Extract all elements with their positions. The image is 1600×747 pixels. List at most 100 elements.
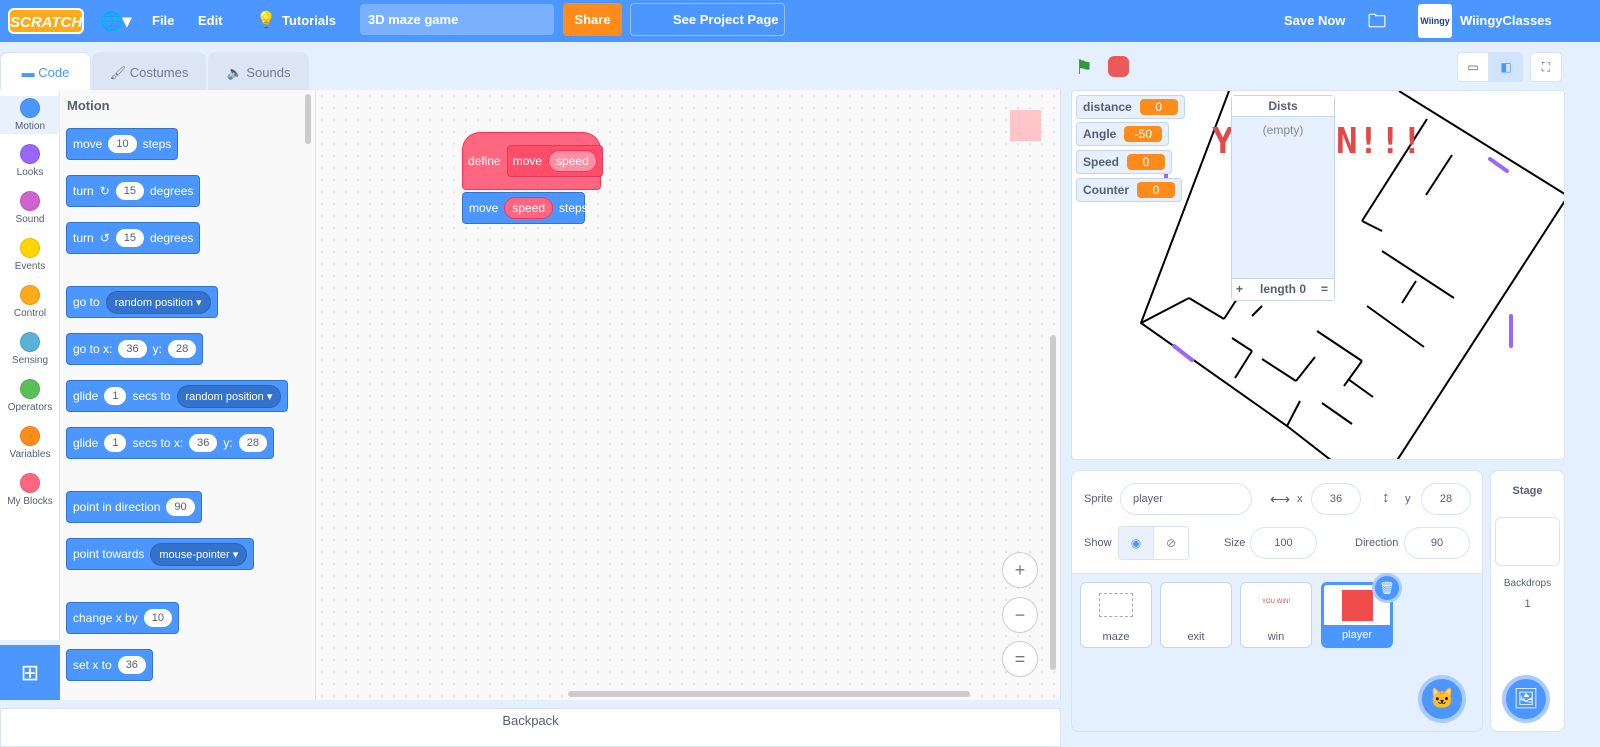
see-project-page-button[interactable]: See Project Page [630,3,785,36]
choose-sprite-button[interactable]: 🐱 [1418,675,1466,723]
category-my-blocks[interactable]: My Blocks [0,473,60,507]
block-move-steps[interactable]: move 10 steps [66,128,179,160]
direction-label: Direction [1355,537,1399,549]
secs-input[interactable]: 1 [104,434,127,452]
block-glide[interactable]: glide 1 secs to random position ▾ [66,380,289,412]
sprite-label: Sprite [1084,493,1113,505]
file-menu[interactable]: File [152,0,174,42]
direction-input[interactable]: 90 [166,498,195,516]
sprite-thumb-exit[interactable]: exit [1160,582,1232,648]
globe-icon[interactable]: 🌐▾ [100,0,131,42]
tab-code[interactable]: ▬ Code [0,52,91,92]
fullscreen-button[interactable]: ⛶ [1530,52,1562,82]
show-hidden-button[interactable]: ⊘ [1153,526,1189,560]
list-monitor-dists[interactable]: Dists (empty) + length 0 = [1231,95,1335,301]
x-input[interactable]: 36 [189,434,218,452]
speed-parameter[interactable]: speed [548,150,597,172]
block-text: turn [73,184,94,198]
eye-slash-icon: ⊘ [1165,536,1177,550]
script-area[interactable]: define move speed move speed steps + − = [316,90,1061,700]
delete-sprite-button[interactable]: 🗑 [1372,573,1402,603]
size-input[interactable]: 100 [1250,527,1317,559]
y-input[interactable]: 28 [1421,483,1471,515]
degrees-input[interactable]: 15 [115,182,144,200]
stage-selector[interactable]: Stage Backdrops 1 🖼 [1490,470,1565,732]
speed-reporter[interactable]: speed [504,197,554,219]
tab-costumes[interactable]: 🖌 Costumes [92,52,206,92]
procedure-prototype[interactable]: move speed [506,145,603,177]
block-point-towards[interactable]: point towards mouse-pointer ▾ [66,538,255,570]
sprite-thumb-win[interactable]: YOU WIN! win [1240,582,1312,648]
save-now-button[interactable]: Save Now [1284,0,1345,42]
backdrops-count: 1 [1524,598,1531,610]
zoom-reset-button[interactable]: = [1002,641,1038,677]
block-go-to[interactable]: go to random position ▾ [66,286,218,318]
block-change-x[interactable]: change x by 10 [66,602,179,634]
monitor-speed[interactable]: Speed 0 [1076,150,1173,174]
green-flag-icon[interactable]: ⚑ [1075,55,1093,80]
scratch-logo[interactable]: SCRATCH [8,8,84,34]
x-input[interactable]: 10 [143,609,172,627]
category-sound[interactable]: Sound [0,191,60,225]
target-dropdown[interactable]: random position ▾ [176,384,282,408]
target-dropdown[interactable]: random position ▾ [105,290,211,314]
stage[interactable]: Y N!!! distance 0 Angle -50 Speed 0 Counter… [1071,90,1565,460]
project-title-input[interactable]: 3D maze game [360,4,554,35]
secs-input[interactable]: 1 [104,387,127,405]
category-operators[interactable]: Operators [0,379,60,413]
folder-icon[interactable]: 🗀 [1368,0,1386,42]
block-turn-right[interactable]: turn ↻ 15 degrees [66,175,201,207]
tutorials-menu[interactable]: Tutorials [282,0,336,42]
monitor-distance[interactable]: distance 0 [1076,95,1185,119]
direction-input[interactable]: 90 [1404,527,1470,559]
eye-icon: ◉ [1130,536,1142,550]
x-input[interactable]: 36 [1311,483,1361,515]
block-point-in-direction[interactable]: point in direction 90 [66,491,202,523]
x-input[interactable]: 36 [117,656,146,674]
x-input[interactable]: 36 [118,340,147,358]
stage-thumbnail[interactable] [1495,517,1560,566]
degrees-input[interactable]: 15 [115,229,144,247]
vertical-scrollbar[interactable] [1050,335,1056,670]
category-looks[interactable]: Looks [0,144,60,178]
define-block[interactable]: define move speed [462,132,603,190]
user-menu[interactable]: WiingyClasses [1460,0,1552,42]
stop-icon[interactable] [1108,56,1129,77]
horizontal-scrollbar[interactable] [568,691,970,697]
category-sensing[interactable]: Sensing [0,332,60,366]
block-go-to-xy[interactable]: go to x: 36 y: 28 [66,333,204,365]
category-events[interactable]: Events [0,238,60,272]
y-input[interactable]: 28 [167,340,197,358]
block-text: secs to [132,389,171,403]
sprite-thumb-maze[interactable]: maze [1080,582,1152,648]
steps-input[interactable]: 10 [108,135,137,153]
show-visible-button[interactable]: ◉ [1118,526,1154,560]
block-glide-xy[interactable]: glide 1 secs to x: 36 y: 28 [66,427,275,459]
category-control[interactable]: Control [0,285,60,319]
add-extension-button[interactable]: ⊞ [0,645,60,700]
backpack[interactable]: Backpack [0,708,1061,747]
category-motion[interactable]: Motion [0,96,60,134]
monitor-angle[interactable]: Angle -50 [1076,122,1170,146]
zoom-in-button[interactable]: + [1002,552,1038,588]
sprite-name-input[interactable]: player [1120,483,1252,515]
monitor-counter[interactable]: Counter 0 [1076,178,1182,202]
vertical-arrows-icon: ↕ [1382,489,1390,506]
category-variables[interactable]: Variables [0,426,60,460]
choose-backdrop-button[interactable]: 🖼 [1502,675,1550,723]
share-button[interactable]: Share [563,3,622,36]
normal-stage-button[interactable]: ◧ [1489,52,1523,82]
list-add-button[interactable]: + [1236,279,1243,299]
block-set-x[interactable]: set x to 36 [66,649,153,681]
palette-scrollbar[interactable] [305,94,311,144]
block-turn-left[interactable]: turn ↺ 15 degrees [66,222,201,254]
target-dropdown[interactable]: mouse-pointer ▾ [150,542,248,566]
tab-sounds[interactable]: 🔈 Sounds [208,52,309,92]
move-speed-block[interactable]: move speed steps [462,192,588,224]
small-stage-button[interactable]: ▭ [1457,52,1489,82]
y-input[interactable]: 28 [238,434,268,452]
zoom-out-button[interactable]: − [1002,597,1038,633]
avatar[interactable]: Wiingy [1418,4,1452,38]
edit-menu[interactable]: Edit [198,0,223,42]
list-resize-handle[interactable]: = [1321,279,1328,299]
